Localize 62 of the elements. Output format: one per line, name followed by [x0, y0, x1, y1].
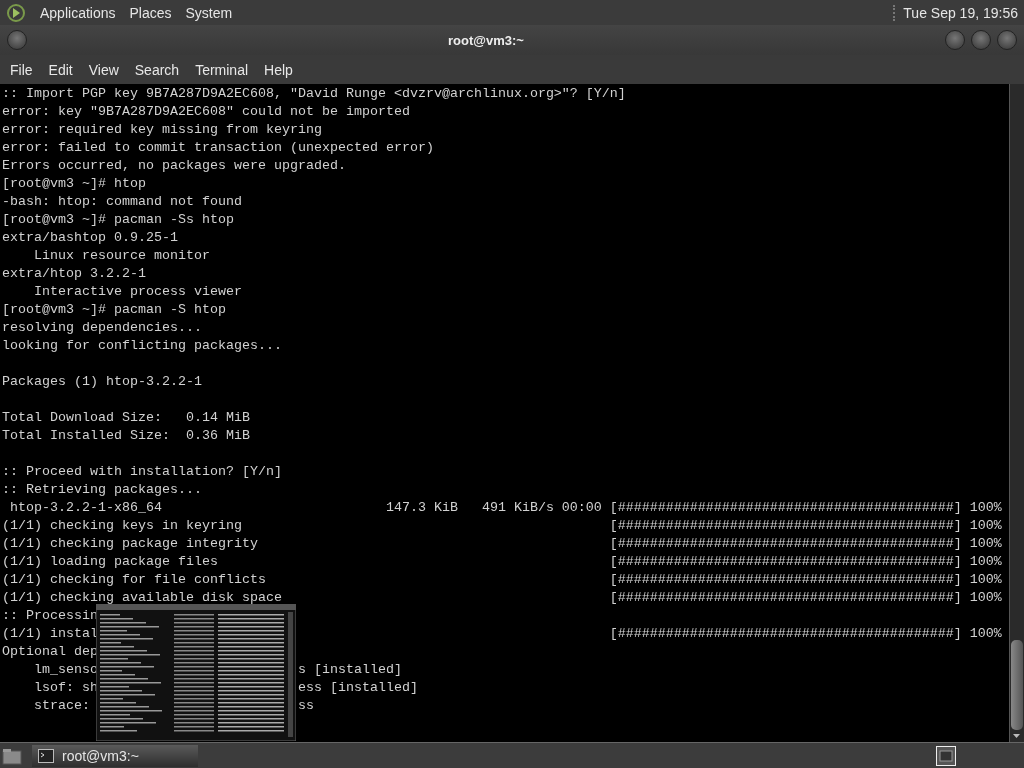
terminal-line: error: required key missing from keyring — [2, 121, 322, 139]
terminal-line: (1/1) instal — [2, 626, 98, 641]
terminal-line: [root@vm3 ~]# pacman -Ss htop — [2, 211, 234, 229]
task-button[interactable]: root@vm3:~ — [32, 744, 198, 767]
show-desktop-icon[interactable] — [2, 746, 22, 765]
terminal-line: :: Processin — [2, 607, 98, 625]
menu-item[interactable]: Edit — [40, 57, 81, 82]
terminal-line: (1/1) checking for file conflicts — [2, 572, 266, 587]
terminal-line: (1/1) checking available disk space — [2, 590, 282, 605]
terminal-line: error: failed to commit transaction (unexpected error) — [2, 139, 434, 157]
terminal-line: Errors occurred, no packages were upgraded. — [2, 157, 346, 175]
scrollbar-thumb[interactable] — [1011, 640, 1023, 730]
terminal-line: :: Import PGP key 9B7A287D9A2EC608, "David Runge <dvzrv@archlinux.org>"? [Y/n] — [2, 85, 626, 103]
terminal-line: [root@vm3 ~]# htop — [2, 175, 146, 193]
terminal-line: Total Installed Size: 0.36 MiB — [2, 427, 250, 445]
terminal-line: strace: — [33, 698, 90, 713]
progress-text: [##########################################] 100% — [609, 517, 1002, 535]
terminal-line: Packages (1) htop-3.2.2-1 — [2, 373, 202, 391]
terminal-line: looking for conflicting packages... — [2, 337, 282, 355]
progress-text: [##########################################] 100% — [609, 589, 1002, 607]
minimize-button[interactable] — [945, 30, 965, 50]
terminal-line: (1/1) checking package integrity — [2, 536, 258, 551]
terminal-line-fragment: ess [installed] — [297, 679, 418, 697]
menu-item[interactable]: Search — [126, 57, 188, 82]
terminal-line: Linux resource monitor — [33, 247, 210, 265]
terminal-line: :: Retrieving packages... — [2, 481, 202, 499]
progress-text: [##########################################] 100% — [609, 499, 1002, 517]
distro-logo-icon[interactable] — [6, 2, 26, 23]
terminal-line: extra/htop 3.2.2-1 — [2, 265, 146, 283]
window-menu-button[interactable] — [7, 30, 27, 50]
terminal-line: resolving dependencies... — [2, 319, 202, 337]
terminal-line: -bash: htop: command not found — [2, 193, 242, 211]
progress-text: [##########################################] 100% — [609, 625, 1002, 643]
menu-item[interactable]: Help — [256, 57, 301, 82]
terminal-line: (1/1) loading package files — [2, 554, 218, 569]
terminal-line: [root@vm3 ~]# pacman -S htop — [2, 301, 226, 319]
terminal-line: error: key "9B7A287D9A2EC608" could not be imported — [2, 103, 410, 121]
terminal-line: Total Download Size: 0.14 MiB — [2, 409, 250, 427]
terminal-line: extra/bashtop 0.9.25-1 — [2, 229, 178, 247]
maximize-button[interactable] — [971, 30, 991, 50]
terminal-line-fragment: s [installed] — [297, 661, 402, 679]
terminal-line: lm_senso — [33, 662, 98, 677]
menu-item[interactable]: File — [2, 57, 41, 82]
terminal-line: htop-3.2.2-1-x86_64 147.3 KiB 491 KiB/s 00:00 — [9, 500, 602, 515]
progress-text: [##########################################] 100% — [609, 571, 1002, 589]
window-title: root@vm3:~ — [447, 32, 525, 48]
terminal-icon — [38, 748, 54, 763]
clock[interactable]: Tue Sep 19, 19:56 — [893, 4, 1018, 21]
terminal-line-fragment: ss — [297, 697, 314, 715]
menu-item[interactable]: Terminal — [187, 57, 257, 82]
panel-menu[interactable]: System — [185, 4, 233, 21]
scrollbar[interactable] — [1009, 84, 1024, 742]
terminal-line: :: Proceed with installation? [Y/n] — [2, 463, 282, 481]
progress-text: [##########################################] 100% — [609, 535, 1002, 553]
close-button[interactable] — [997, 30, 1017, 50]
panel-menu[interactable]: Applications — [40, 4, 116, 21]
panel-menu[interactable]: Places — [129, 4, 172, 21]
workspace-icon[interactable] — [936, 745, 956, 766]
terminal-line: (1/1) checking keys in keyring — [2, 518, 242, 533]
terminal-line: Interactive process viewer — [33, 283, 242, 301]
menu-item[interactable]: View — [80, 57, 127, 82]
progress-text: [##########################################] 100% — [609, 553, 1002, 571]
